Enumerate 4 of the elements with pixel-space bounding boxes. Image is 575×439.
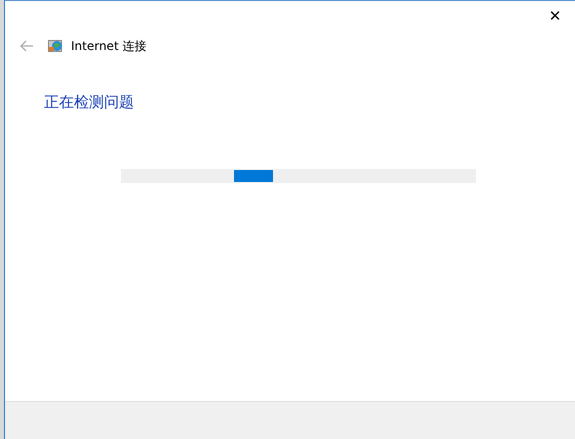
- window-title: Internet 连接: [71, 38, 146, 55]
- close-button[interactable]: ✕: [535, 1, 575, 31]
- network-globe-icon: [48, 39, 63, 53]
- status-heading: 正在检测问题: [44, 92, 135, 113]
